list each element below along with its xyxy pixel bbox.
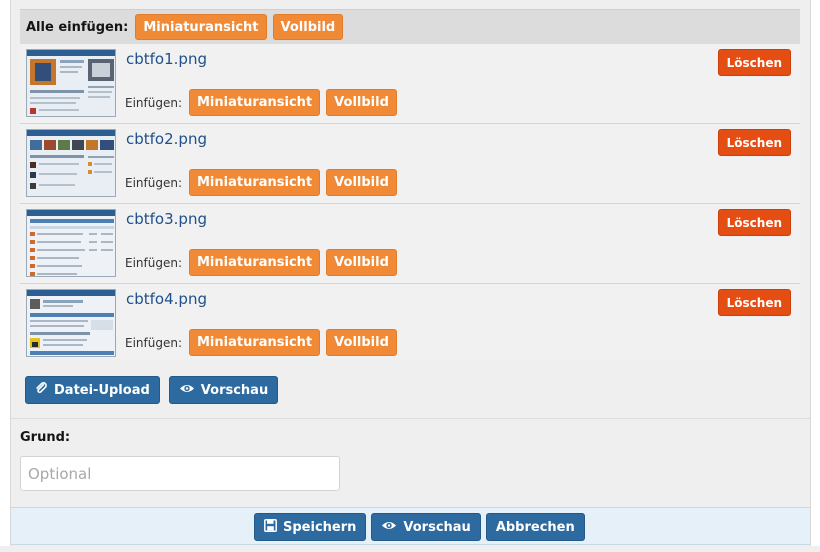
panel-bottom-edge [0, 546, 820, 552]
attachment-item: cbtfo2.png Einfügen: Miniaturansicht Vol… [20, 124, 800, 204]
insert-all-label: Alle einfügen: [26, 19, 129, 35]
attachment-item: cbtfo3.png Einfügen: Miniaturansicht Vol… [20, 204, 800, 284]
attachment-item: cbtfo4.png Einfügen: Miniaturansicht Vol… [20, 284, 800, 359]
attachment-filename-link[interactable]: cbtfo4.png [126, 290, 207, 308]
reason-input[interactable] [20, 456, 340, 491]
upload-controls: Datei-Upload Vorschau [25, 376, 279, 404]
delete-button[interactable]: Löschen [717, 289, 791, 316]
insert-label: Einfügen: [125, 255, 182, 270]
preview-label: Vorschau [200, 382, 269, 398]
insert-thumbnail-button[interactable]: Miniaturansicht [189, 89, 321, 116]
attachment-filename-link[interactable]: cbtfo2.png [126, 130, 207, 148]
insert-controls: Einfügen: Miniaturansicht Vollbild [125, 329, 397, 356]
insert-full-button[interactable]: Vollbild [326, 249, 397, 276]
delete-button[interactable]: Löschen [717, 129, 791, 156]
save-label: Speichern [283, 519, 357, 535]
reason-label: Grund: [20, 430, 71, 445]
eye-icon [381, 520, 397, 535]
attachment-thumbnail[interactable] [26, 209, 116, 277]
file-upload-label: Datei-Upload [54, 382, 150, 398]
attachment-filename-link[interactable]: cbtfo1.png [126, 50, 207, 68]
submit-controls: Speichern Vorschau Abbrechen [254, 513, 585, 541]
insert-thumbnail-button[interactable]: Miniaturansicht [189, 329, 321, 356]
insert-label: Einfügen: [125, 175, 182, 190]
paperclip-icon [35, 381, 48, 399]
delete-button[interactable]: Löschen [717, 49, 791, 76]
insert-full-button[interactable]: Vollbild [326, 329, 397, 356]
section-divider [11, 418, 810, 419]
insert-all-full-button[interactable]: Vollbild [272, 14, 344, 40]
insert-controls: Einfügen: Miniaturansicht Vollbild [125, 169, 397, 196]
file-upload-button[interactable]: Datei-Upload [25, 376, 160, 404]
insert-thumbnail-button[interactable]: Miniaturansicht [189, 169, 321, 196]
insert-controls: Einfügen: Miniaturansicht Vollbild [125, 89, 397, 116]
insert-label: Einfügen: [125, 95, 182, 110]
attachment-filename-link[interactable]: cbtfo3.png [126, 210, 207, 228]
insert-all-bar: Alle einfügen: Miniaturansicht Vollbild [20, 9, 800, 44]
attachment-list[interactable]: cbtfo1.png Einfügen: Miniaturansicht Vol… [20, 44, 800, 359]
insert-all-thumbnail-button[interactable]: Miniaturansicht [135, 14, 267, 40]
preview-submit-label: Vorschau [403, 519, 471, 535]
preview-button[interactable]: Vorschau [168, 376, 279, 404]
floppy-disk-icon [264, 518, 277, 536]
cancel-button[interactable]: Abbrechen [485, 513, 585, 541]
eye-icon [179, 383, 195, 398]
insert-full-button[interactable]: Vollbild [326, 89, 397, 116]
insert-controls: Einfügen: Miniaturansicht Vollbild [125, 249, 397, 276]
delete-button[interactable]: Löschen [717, 209, 791, 236]
insert-thumbnail-button[interactable]: Miniaturansicht [189, 249, 321, 276]
attachment-item: cbtfo1.png Einfügen: Miniaturansicht Vol… [20, 44, 800, 124]
save-button[interactable]: Speichern [254, 513, 367, 541]
attachment-thumbnail[interactable] [26, 129, 116, 197]
preview-submit-button[interactable]: Vorschau [371, 513, 481, 541]
insert-label: Einfügen: [125, 335, 182, 350]
insert-full-button[interactable]: Vollbild [326, 169, 397, 196]
attachment-thumbnail[interactable] [26, 49, 116, 117]
attachment-thumbnail[interactable] [26, 289, 116, 357]
